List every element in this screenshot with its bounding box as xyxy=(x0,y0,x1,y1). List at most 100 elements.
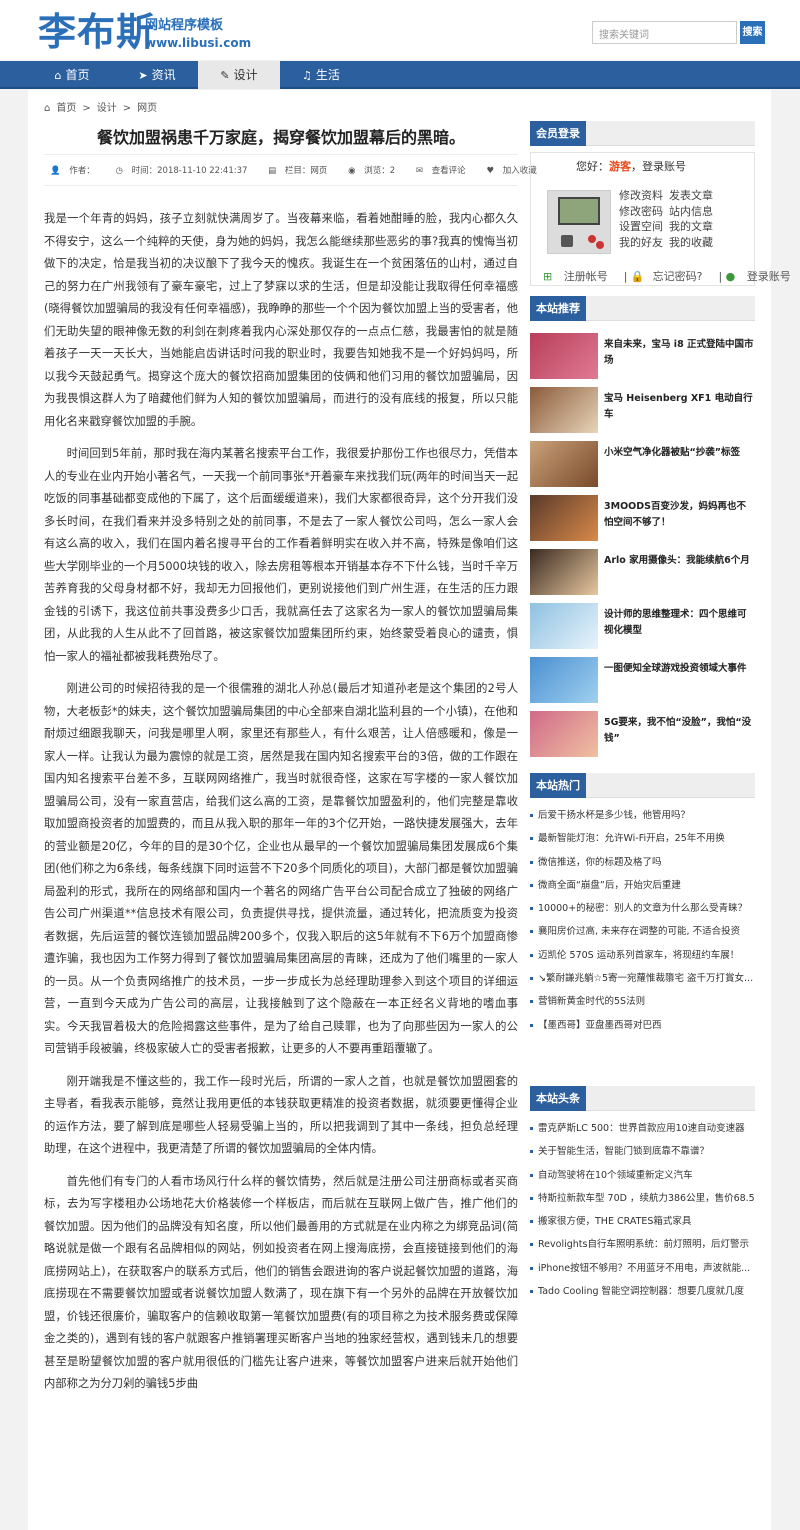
breadcrumb-web[interactable]: 网页 xyxy=(137,103,157,114)
list-item[interactable]: 襄阳房价过高, 未来存在调整的可能, 不适合投资 xyxy=(530,920,755,943)
recommend-title[interactable]: 来自未来，宝马 i8 正式登陆中国市场 xyxy=(604,337,754,369)
recommend-item[interactable]: 来自未来，宝马 i8 正式登陆中国市场 xyxy=(530,329,755,383)
main-nav: ⌂ 首页 ➤ 资讯 ✎ 设计 ♫ 生活 xyxy=(0,61,800,89)
list-item[interactable]: 【墨西哥】亚盘墨西哥对巴西 xyxy=(530,1014,755,1037)
list-item[interactable]: ↘繁耐謙兆躺☆5寄一宛蘿惟裁隳宅 盗千万打賞女... xyxy=(530,967,755,990)
greeting-guest: 游客 xyxy=(609,160,631,173)
recommend-title[interactable]: Arlo 家用摄像头：我能续航6个月 xyxy=(604,553,754,569)
list-item[interactable]: 搬家很方便，THE CRATES箱式家具 xyxy=(530,1210,755,1233)
recommend-thumbnail[interactable] xyxy=(530,333,598,379)
nav-item-home[interactable]: ⌂ 首页 xyxy=(28,61,116,89)
nav-item-life[interactable]: ♫ 生活 xyxy=(280,61,362,89)
greeting-suffix[interactable]: ，登录账号 xyxy=(631,160,686,173)
hot-header: 本站热门 xyxy=(530,773,755,798)
recommend-thumbnail[interactable] xyxy=(530,549,598,595)
comments-link[interactable]: ✉ 查看评论 xyxy=(416,166,472,176)
breadcrumb: ⌂ 首页 > 设计 > 网页 xyxy=(44,99,163,114)
article-paragraph: 刚开端我是不懂这些的，我工作一段时光后，所谓的一家人之首，也就是餐饮加盟圈套的主… xyxy=(44,1074,518,1156)
recommend-item[interactable]: 3MOODS百变沙发，妈妈再也不怕空间不够了！ xyxy=(530,491,755,545)
hot-title: 本站热门 xyxy=(530,773,586,798)
nav-label: 首页 xyxy=(65,68,90,82)
greeting-prefix: 您好： xyxy=(576,160,609,173)
recommend-thumbnail[interactable] xyxy=(530,441,598,487)
recommend-item[interactable]: 小米空气净化器被贴“抄袭”标签 xyxy=(530,437,755,491)
list-item[interactable]: Tado Cooling 智能空调控制器：想要几度就几度 xyxy=(530,1280,755,1303)
recommend-thumbnail[interactable] xyxy=(530,603,598,649)
meta-column: 栏目：网页 xyxy=(284,166,328,176)
home-icon: ⌂ xyxy=(44,103,51,114)
recommend-title[interactable]: 5G要来，我不怕“没脸”，我怕“没钱” xyxy=(604,715,754,747)
recommend-title[interactable]: 3MOODS百变沙发，妈妈再也不怕空间不够了！ xyxy=(604,499,754,531)
login-button[interactable]: ● 登录账号 xyxy=(726,270,799,283)
breadcrumb-home[interactable]: 首页 xyxy=(56,103,76,114)
list-item[interactable]: iPhone按钮不够用？不用蓝牙不用电，声波就能... xyxy=(530,1257,755,1280)
register-button[interactable]: ⊞ 注册帐号 xyxy=(543,270,616,283)
list-item[interactable]: 微商全面“崩盘”后，开始灾后重建 xyxy=(530,874,755,897)
recommend-item[interactable]: Arlo 家用摄像头：我能续航6个月 xyxy=(530,545,755,599)
forgot-password-button[interactable]: 🔒 忘记密码? xyxy=(631,270,711,283)
user-icon: ● xyxy=(725,270,736,283)
recommend-item[interactable]: 一图便知全球游戏投资领域大事件 xyxy=(530,653,755,707)
recommend-title[interactable]: 宝马 Heisenberg XF1 电动自行车 xyxy=(604,391,754,423)
recommend-thumbnail[interactable] xyxy=(530,387,598,433)
leaf-icon: ✎ xyxy=(220,69,230,82)
lock-icon: 🔒 xyxy=(630,270,645,283)
list-item[interactable]: 后爱干扬水杯是多少钱，他管用吗？ xyxy=(530,804,755,827)
search-input[interactable]: 搜索关键词 xyxy=(592,21,737,44)
recommend-header: 本站推荐 xyxy=(530,296,755,321)
list-item[interactable]: 最新智能灯泡：允许Wi-Fi开启，25年不用换 xyxy=(530,827,755,850)
list-item[interactable]: 微信推送，你的标题及格了吗 xyxy=(530,851,755,874)
nav-item-design[interactable]: ✎ 设计 xyxy=(198,61,280,89)
recommend-item[interactable]: 宝马 Heisenberg XF1 电动自行车 xyxy=(530,383,755,437)
recommend-title[interactable]: 一图便知全球游戏投资领域大事件 xyxy=(604,661,754,677)
messages-link[interactable]: 站内信息 xyxy=(669,205,713,218)
recommend-title[interactable]: 小米空气净化器被贴“抄袭”标签 xyxy=(604,445,754,461)
list-item[interactable]: 特斯拉新款车型 70D ，续航力386公里，售价68.5... xyxy=(530,1187,755,1210)
my-articles-link[interactable]: 我的文章 xyxy=(669,220,713,233)
headline-header: 本站头条 xyxy=(530,1086,755,1111)
list-item[interactable]: 雷克萨斯LC 500：世界首款应用10速自动变速器 xyxy=(530,1117,755,1140)
list-item[interactable]: 自动驾驶将在10个领域重新定义汽车 xyxy=(530,1164,755,1187)
search-button[interactable]: 搜索 xyxy=(740,21,765,44)
my-favorites-link[interactable]: 我的收藏 xyxy=(669,236,713,249)
site-header: 李布斯 网站程序模板 www.libusi.com 搜索关键词 搜索 xyxy=(0,0,800,60)
recommend-item[interactable]: 5G要来，我不怕“没脸”，我怕“没钱” xyxy=(530,707,755,761)
article-paragraph: 时间回到5年前，那时我在海内某著名搜索平台工作，我很爱护那份工作也很尽力，凭借本… xyxy=(44,447,518,663)
nav-item-news[interactable]: ➤ 资讯 xyxy=(116,61,198,89)
recommend-thumbnail[interactable] xyxy=(530,657,598,703)
logo-subtitle: 网站程序模板 xyxy=(145,18,224,33)
article-paragraph: 首先他们有专门的人看市场风行什么样的餐饮情势，然后就是注册公司注册商标或者买商标… xyxy=(44,1174,518,1391)
space-settings-link[interactable]: 设置空间 xyxy=(619,220,663,233)
nav-label: 资讯 xyxy=(151,68,176,82)
article-title: 餐饮加盟祸患千万家庭，揭穿餐饮加盟幕后的黑暗。 xyxy=(96,128,465,147)
forgot-label: 忘记密码? xyxy=(652,270,703,283)
article-body: 我是一个年青的妈妈，孩子立刻就快满周岁了。当夜幕来临，看着她酣睡的脸，我内心都久… xyxy=(44,208,518,1406)
login-actions: ⊞ 注册帐号 | 🔒 忘记密码? | ● 登录账号 xyxy=(543,268,800,284)
recommend-item[interactable]: 设计师的思维整理术：四个思维可视化模型 xyxy=(530,599,755,653)
list-item[interactable]: 10000+的秘密：别人的文章为什么那么受青睐？ xyxy=(530,897,755,920)
recommend-thumbnail[interactable] xyxy=(530,711,598,757)
site-logo[interactable]: 李布斯 xyxy=(38,10,155,54)
login-box: 您好：游客，登录账号 修改资料 发表文章 修改密码 站内信息 设置空间 我的文章 我的… xyxy=(530,152,791,286)
article-meta: 👤 作者： ◷ 时间：2018-11-10 22:41:37 ▤ 栏目：网页 ◉… xyxy=(44,154,537,186)
list-item[interactable]: Revolights自行车照明系统：前灯照明，后灯警示 xyxy=(530,1233,755,1256)
login-header: 会员登录 xyxy=(530,121,755,146)
nav-label: 生活 xyxy=(315,68,340,82)
recommend-panel: 本站推荐 来自未来，宝马 i8 正式登陆中国市场 宝马 Heisenberg XF… xyxy=(530,296,755,761)
change-password-link[interactable]: 修改密码 xyxy=(619,205,663,218)
home-icon: ⌂ xyxy=(54,69,62,82)
recommend-thumbnail[interactable] xyxy=(530,495,598,541)
my-friends-link[interactable]: 我的好友 xyxy=(619,236,663,249)
author-meta: 👤 作者： xyxy=(50,166,95,176)
breadcrumb-design[interactable]: 设计 xyxy=(97,103,117,114)
recommend-list: 来自未来，宝马 i8 正式登陆中国市场 宝马 Heisenberg XF1 电动自… xyxy=(530,329,755,761)
column-meta: ▤ 栏目：网页 xyxy=(268,166,328,176)
nav-label: 设计 xyxy=(233,68,258,82)
edit-profile-link[interactable]: 修改资料 xyxy=(619,189,663,202)
list-item[interactable]: 关于智能生活，智能门锁到底靠不靠谱？ xyxy=(530,1140,755,1163)
list-item[interactable]: 迈凯伦 570S 运动系列首家车，将现纽约车展！ xyxy=(530,944,755,967)
list-item[interactable]: 营销新黄金时代的5S法则 xyxy=(530,990,755,1013)
post-article-link[interactable]: 发表文章 xyxy=(669,189,713,202)
recommend-title[interactable]: 设计师的思维整理术：四个思维可视化模型 xyxy=(604,607,754,639)
register-label: 注册帐号 xyxy=(563,270,608,283)
